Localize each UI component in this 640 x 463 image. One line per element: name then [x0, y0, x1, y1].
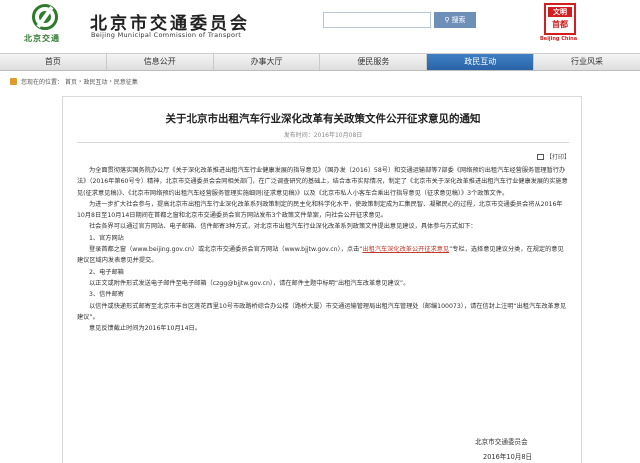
print-button[interactable]: 【打印】	[537, 152, 570, 161]
heading-post: 3、信件邮寄	[89, 291, 124, 299]
breadcrumb-home[interactable]: 首页	[65, 77, 77, 86]
website-text-a: 登录首都之窗（www.beijing.gov.cn）或北京市交通委员会官方网站（…	[89, 246, 363, 254]
site-header: 北京交通 北京市交通委员会 Beijing Municipal Commissi…	[0, 0, 640, 48]
paragraph-intro: 为全面贯彻落实国务院办公厅《关于深化改革推进出租汽车行业健康发展的指导意见》（国…	[77, 167, 568, 197]
logo-text: 北京交通	[24, 34, 60, 43]
nav-item-interaction[interactable]: 政民互动	[427, 54, 535, 70]
civilized-capital-emblem: 文明 首都 Beijing China	[538, 3, 582, 43]
paragraph-email: 以正文或附件形式发送电子邮件至电子邮箱（czgg@bjjtw.gov.cn），请…	[89, 279, 410, 287]
paragraph-purpose: 为进一步扩大社会参与，提高北京市出租汽车行业深化改革系列政策制定的民主化和科学化…	[77, 200, 563, 220]
paragraph-post: 以信件或快递形式邮寄至北京市丰台区莲花西里10号市政路桥综合办公楼（路桥大厦）市…	[77, 302, 567, 321]
print-label: 【打印】	[546, 154, 571, 161]
breadcrumb-sep: ›	[79, 78, 82, 85]
paragraph-deadline: 意见反馈截止时间为2016年10月14日。	[89, 325, 201, 333]
article-body: 为全面贯彻落实国务院办公厅《关于深化改革推进出租汽车行业健康发展的指导意见》（国…	[77, 165, 569, 334]
consultation-link[interactable]: 出租汽车深化改革公开征求意见	[362, 246, 449, 253]
emblem-mid: 首都	[552, 20, 568, 29]
nav-item-info-disclosure[interactable]: 信息公开	[107, 54, 214, 70]
article-title: 关于北京市出租汽车行业深化改革有关政策文件公开征求意见的通知	[165, 113, 481, 125]
breadcrumb: 您现在的位置： 首页 › 政民互动 › 民意征集	[10, 77, 138, 86]
home-icon	[10, 78, 17, 85]
paragraph-methods: 社会各界可以通过官方网站、电子邮箱、信件邮寄3种方式，对北京市出租汽车行业深化改…	[89, 223, 477, 231]
article-panel: 关于北京市出租汽车行业深化改革有关政策文件公开征求意见的通知 发布时间：2016…	[62, 96, 582, 463]
search-button-label: 搜索	[451, 16, 466, 24]
signature-date: 2016年10月8日	[483, 453, 533, 461]
search-input[interactable]	[323, 12, 431, 28]
emblem-box: 文明 首都	[544, 3, 576, 35]
main-nav: 首页 信息公开 办事大厅 便民服务 政民互动 行业风采	[0, 53, 640, 71]
breadcrumb-opinion[interactable]: 民意征集	[114, 77, 138, 86]
search-button[interactable]: ⚲ 搜索	[434, 12, 476, 28]
nav-item-industry[interactable]: 行业风采	[534, 54, 640, 70]
nav-item-home[interactable]: 首页	[0, 54, 107, 70]
signature-org: 北京市交通委员会	[475, 438, 528, 446]
site-logo[interactable]: 北京交通	[10, 4, 80, 44]
breadcrumb-prefix: 您现在的位置：	[21, 79, 64, 86]
emblem-top: 文明	[548, 7, 572, 17]
breadcrumb-sep: ›	[109, 78, 112, 85]
nav-item-service-hall[interactable]: 办事大厅	[214, 54, 321, 70]
paragraph-website: 登录首都之窗（www.beijing.gov.cn）或北京市交通委员会官方网站（…	[77, 244, 569, 267]
article-date: 发布时间：2016年10月08日	[283, 132, 363, 139]
emblem-caption: Beijing China	[540, 36, 578, 42]
site-subtitle: Beijing Municipal Commission of Transpor…	[91, 31, 242, 39]
title-divider	[77, 142, 569, 143]
heading-email: 2、电子邮箱	[89, 268, 124, 276]
heading-website: 1、官方网站	[89, 234, 124, 242]
breadcrumb-interaction[interactable]: 政民互动	[83, 77, 107, 86]
logo-emblem-icon	[32, 4, 58, 30]
nav-item-public-service[interactable]: 便民服务	[320, 54, 428, 70]
search-icon: ⚲	[444, 16, 450, 24]
printer-icon	[537, 153, 544, 160]
